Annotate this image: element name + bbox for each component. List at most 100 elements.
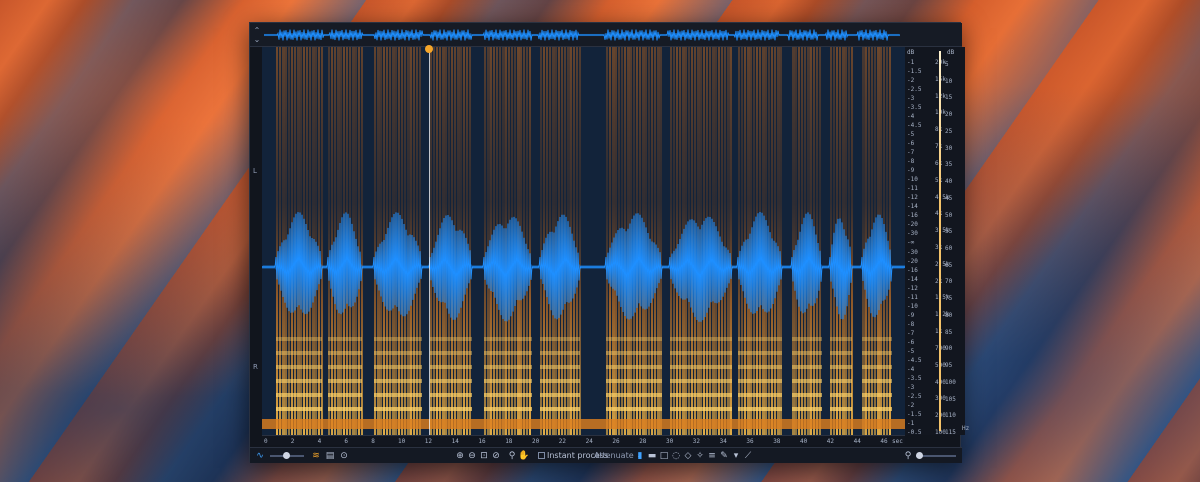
lasso-icon[interactable]: ◌ bbox=[670, 450, 682, 462]
time-unit-label: sec bbox=[892, 438, 903, 445]
harmonic-band bbox=[862, 337, 892, 341]
process-mode-value: Attenuate bbox=[594, 451, 634, 460]
spectrum-column bbox=[651, 47, 653, 435]
time-tick: 40 bbox=[800, 438, 808, 445]
ruler-lvl-tick: 75 bbox=[945, 295, 953, 303]
harmonic-icon[interactable]: ≡ bbox=[706, 450, 718, 462]
harmonic-band bbox=[276, 337, 322, 341]
ruler-db-tick: -14 bbox=[907, 203, 918, 211]
spectral-editor-window: ⌃ ⌄ L R dB -1 -1.5 -2 -2.5 -3 -3.5 -4 -4.5 -5 -6 -7… bbox=[249, 22, 969, 463]
spectrum-column bbox=[609, 47, 611, 435]
harmonic-band bbox=[276, 365, 322, 369]
horizontal-zoom-knob[interactable] bbox=[916, 452, 923, 459]
time-tick: 20 bbox=[532, 438, 540, 445]
channel-label-right: R bbox=[253, 363, 258, 371]
harmonic-band bbox=[606, 337, 662, 341]
harmonic-band bbox=[276, 351, 322, 355]
time-tick: 32 bbox=[692, 438, 701, 445]
ruler-lvl-tick: 30 bbox=[945, 144, 953, 152]
pen-icon[interactable]: ✎ bbox=[718, 450, 730, 462]
freq-select-icon[interactable]: ▬ bbox=[646, 450, 658, 462]
ruler-db-tick: -16 bbox=[907, 212, 918, 220]
spectrogram-display[interactable] bbox=[262, 47, 905, 435]
time-tick: 22 bbox=[558, 438, 567, 445]
triangle-down-icon[interactable]: ▾ bbox=[730, 450, 742, 462]
ruler-lvl-tick: 55 bbox=[945, 228, 953, 236]
curve-icon[interactable]: ⟋ bbox=[742, 450, 754, 462]
instant-process-checkbox[interactable] bbox=[538, 452, 545, 459]
level-meter-bar bbox=[939, 51, 941, 431]
spectrum-column bbox=[724, 47, 726, 435]
spectrogram-icon[interactable]: ≋ bbox=[310, 450, 322, 462]
spectrum-column bbox=[526, 47, 528, 435]
playhead-cursor[interactable] bbox=[429, 47, 430, 435]
harmonic-band bbox=[430, 351, 472, 355]
spectrogram-canvas[interactable] bbox=[262, 47, 905, 435]
spectrum-column bbox=[676, 47, 678, 435]
ruler-db-tick: -4 bbox=[907, 365, 915, 373]
zoom-selection-icon[interactable]: ⊘ bbox=[490, 450, 502, 462]
spectrum-column bbox=[579, 47, 581, 435]
spectrum-column bbox=[318, 47, 320, 435]
ruler-db-tick: -2 bbox=[907, 401, 915, 409]
overview-waveform-bar[interactable]: ⌃ ⌄ bbox=[250, 23, 962, 47]
overview-waveform[interactable] bbox=[264, 25, 900, 45]
harmonic-band bbox=[540, 351, 580, 355]
ruler-db-tick: -2 bbox=[907, 77, 915, 85]
zoom-magnifier-icon[interactable]: ⚲ bbox=[902, 450, 914, 462]
time-tick: 14 bbox=[451, 438, 459, 445]
wand-icon[interactable]: ✧ bbox=[694, 450, 706, 462]
fit-icon[interactable]: ⊡ bbox=[478, 450, 490, 462]
ruler-db-tick: -30 bbox=[907, 230, 918, 238]
ruler-db-tick: -30 bbox=[907, 248, 918, 256]
ruler-lvl-tick: 20 bbox=[945, 111, 953, 119]
playhead-handle[interactable] bbox=[425, 45, 433, 53]
ruler-lvl-tick: 65 bbox=[945, 261, 953, 269]
spectrum-column bbox=[721, 47, 723, 435]
ruler-db-tick: -3 bbox=[907, 383, 915, 391]
spectrum-column bbox=[276, 47, 278, 435]
ruler-lvl-tick: 45 bbox=[945, 194, 953, 202]
waveform-opacity-knob[interactable] bbox=[283, 452, 290, 459]
ruler-lvl-tick: 90 bbox=[945, 345, 953, 353]
level-ruler-label: dB bbox=[947, 49, 955, 56]
harmonic-band bbox=[374, 393, 422, 397]
chevron-updown-icon[interactable]: ⌃ ⌄ bbox=[252, 26, 262, 44]
harmonic-band bbox=[862, 393, 892, 397]
settings-icon[interactable]: ⊙ bbox=[338, 450, 350, 462]
spectrum-column bbox=[279, 47, 281, 435]
time-ruler[interactable]: 0 2 4 6 8 10 12 14 16 18 20 22 24 26 28 30 32 34 36 38 40 42 4… bbox=[262, 435, 905, 445]
spectrum-column bbox=[777, 47, 780, 435]
rect-select-icon[interactable]: □ bbox=[658, 450, 670, 462]
harmonic-band bbox=[328, 351, 362, 355]
spectrum-column bbox=[660, 47, 662, 435]
hand-icon[interactable]: ✋ bbox=[518, 450, 530, 462]
waveform-icon[interactable]: ∿ bbox=[254, 450, 266, 462]
time-tick: 6 bbox=[344, 438, 349, 445]
harmonic-band bbox=[374, 365, 422, 369]
harmonic-band bbox=[484, 365, 532, 369]
ruler-db-tick: -6 bbox=[907, 140, 915, 148]
harmonic-band bbox=[430, 365, 472, 369]
ruler-lvl-tick: 10 bbox=[945, 77, 953, 85]
ruler-db-tick: -1 bbox=[907, 419, 915, 427]
magnify-icon[interactable]: ⚲ bbox=[506, 450, 518, 462]
harmonic-band bbox=[430, 407, 472, 411]
ruler-db-tick: -12 bbox=[907, 194, 918, 202]
time-tick: 8 bbox=[371, 438, 375, 445]
brush-icon[interactable]: ◇ bbox=[682, 450, 694, 462]
ruler-db-tick: -20 bbox=[907, 257, 918, 265]
spectrum-column bbox=[780, 47, 782, 435]
harmonic-band bbox=[328, 337, 362, 341]
time-tick: 36 bbox=[746, 438, 754, 445]
time-tick: 24 bbox=[585, 438, 593, 445]
time-select-icon[interactable]: ▮ bbox=[634, 450, 646, 462]
ruler-lvl-tick: 115 bbox=[945, 429, 956, 436]
grid-icon[interactable]: ▤ bbox=[324, 450, 336, 462]
spectrum-column bbox=[361, 47, 363, 435]
ruler-db-tick: -8 bbox=[907, 158, 915, 166]
harmonic-band bbox=[430, 393, 472, 397]
spectrum-column bbox=[543, 47, 545, 435]
zoom-in-icon[interactable]: ⊕ bbox=[454, 450, 466, 462]
zoom-out-icon[interactable]: ⊖ bbox=[466, 450, 478, 462]
